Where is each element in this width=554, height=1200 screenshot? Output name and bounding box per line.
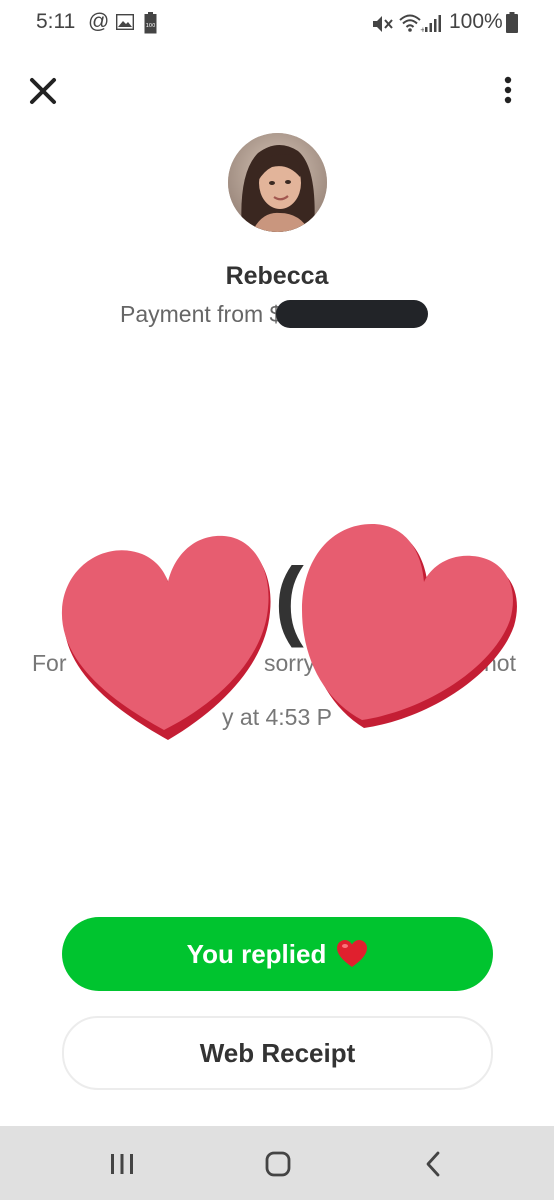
mute-icon [373, 16, 393, 32]
more-vertical-icon [504, 76, 512, 104]
web-receipt-button[interactable]: Web Receipt [62, 1016, 493, 1090]
battery-icon [506, 12, 518, 33]
system-nav-bar [0, 1126, 554, 1200]
profile-name: Rebecca [225, 262, 329, 290]
status-at-symbol: @ [88, 10, 110, 33]
status-time: 5:11 [36, 10, 76, 33]
home-button[interactable] [258, 1144, 298, 1184]
gallery-icon [116, 14, 134, 30]
you-replied-label: You replied [186, 938, 327, 969]
heart-emoji-icon [337, 940, 368, 967]
home-icon [265, 1151, 291, 1177]
battery-percent: 100% [449, 10, 503, 33]
status-bar: 5:11 @ 100 + 100% [0, 0, 554, 48]
avatar[interactable] [228, 133, 327, 232]
you-replied-button[interactable]: You replied [62, 917, 493, 991]
close-button[interactable] [24, 72, 62, 110]
heart-sticker-left [61, 535, 271, 740]
more-options-button[interactable] [490, 70, 526, 110]
recents-button[interactable] [102, 1144, 142, 1184]
redacted-cashtag [276, 300, 429, 328]
wifi-icon: + [399, 14, 424, 33]
payment-prefix: Payment from $ [120, 300, 283, 327]
back-button[interactable] [413, 1144, 453, 1184]
close-icon [30, 78, 56, 104]
battery-saver-icon: 100 [144, 12, 157, 34]
recents-icon [111, 1154, 133, 1174]
avatar-photo [228, 133, 327, 232]
back-icon [426, 1151, 440, 1177]
svg-text:100: 100 [146, 23, 156, 29]
payment-subtitle: Payment from $ [120, 298, 429, 330]
heart-sticker-right [302, 524, 517, 728]
signal-icon [425, 15, 441, 32]
